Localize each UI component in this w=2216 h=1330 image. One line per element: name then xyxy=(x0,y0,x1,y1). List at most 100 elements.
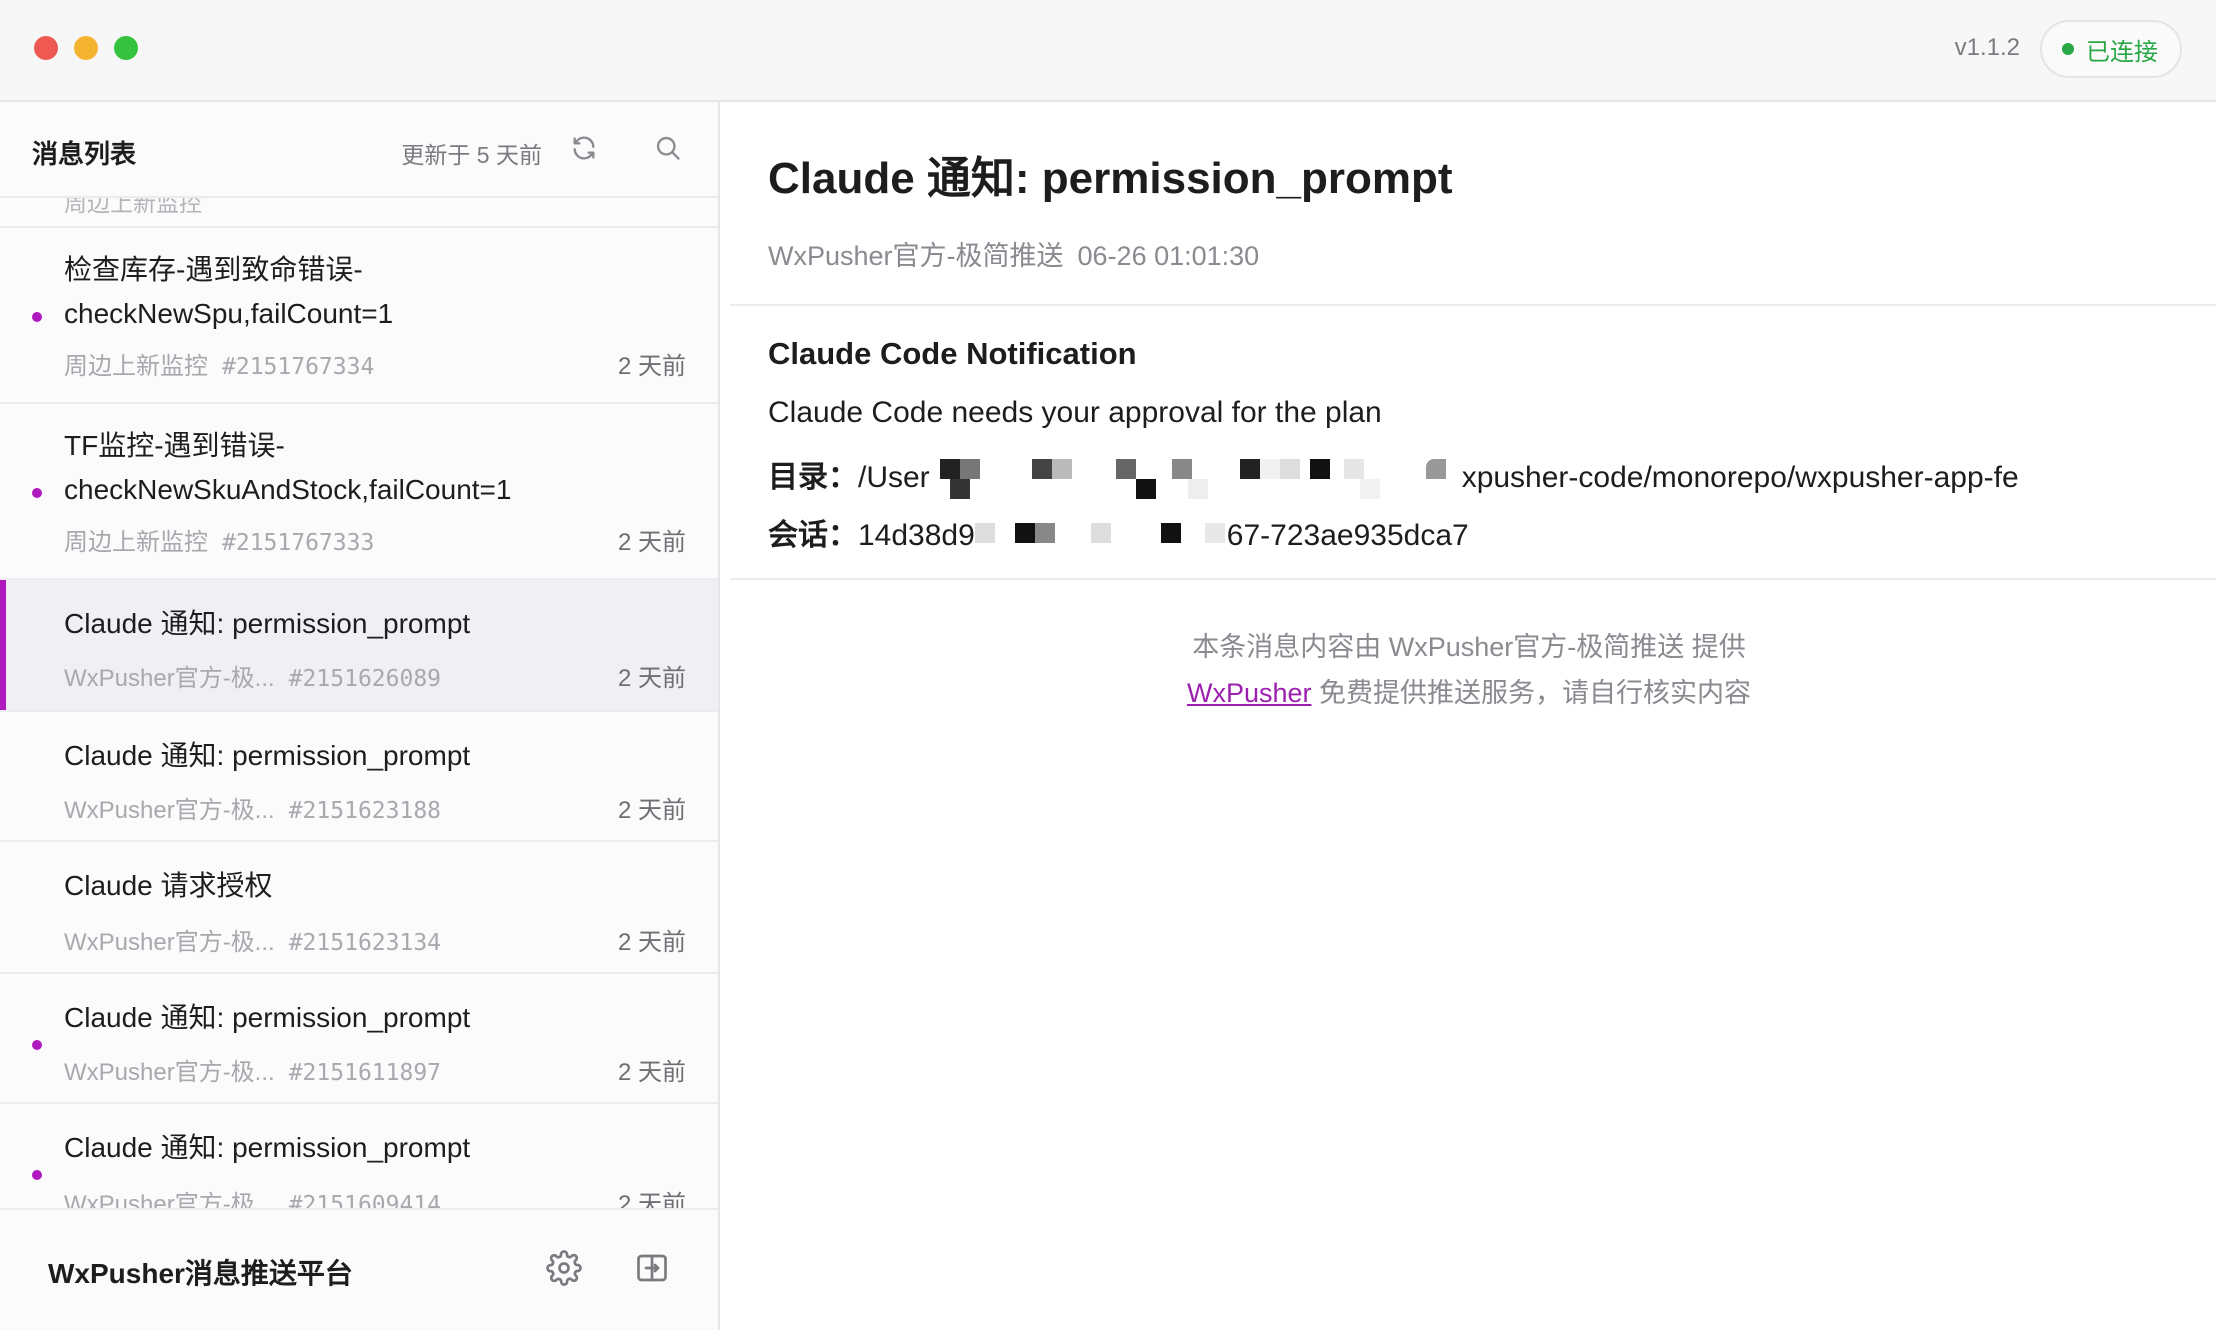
list-item-time: 2 天前 xyxy=(617,529,686,556)
provider-note-line2: WxPusher 免费提供推送服务，请自行核实内容 xyxy=(722,670,2216,716)
detail-date: 06-26 01:01:30 xyxy=(1077,241,1260,271)
list-item-meta: WxPusher官方-极... #2151623134 xyxy=(64,922,441,957)
list-item-id: #2151611897 xyxy=(288,1060,442,1086)
list-item[interactable]: Claude 请求授权 WxPusher官方-极... #2151623134 2… xyxy=(0,842,718,974)
directory-prefix: /User xyxy=(858,461,930,494)
session-line: 会话：14d38d9 67-723ae935dca7 xyxy=(768,510,1469,557)
provider-note-line1: 本条消息内容由 WxPusher官方-极简推送 提供 xyxy=(1192,632,1746,662)
list-item-time: 2 天前 xyxy=(617,665,686,692)
refresh-button[interactable] xyxy=(564,128,604,168)
session-suffix: 67-723ae935dca7 xyxy=(1226,519,1469,552)
connection-status-label: 已连接 xyxy=(2086,38,2158,66)
export-button[interactable] xyxy=(634,1250,674,1290)
list-item-source: 周边上新监控 xyxy=(64,353,208,380)
list-item-title-line2: checkNewSpu,failCount=1 xyxy=(64,298,394,329)
list-item-time: 2 天前 xyxy=(617,1191,686,1208)
brand-name: WxPusher消息推送平台 xyxy=(48,1258,353,1289)
list-item-meta: 周边上新监控 #2151767333 xyxy=(64,522,374,557)
list-item-time: 2 天前 xyxy=(617,353,686,380)
list-item[interactable]: Claude 通知: permission_prompt WxPusher官方-… xyxy=(0,712,718,842)
unread-dot xyxy=(32,312,42,322)
list-item-time: 2 天前 xyxy=(617,797,686,824)
list-item-source: WxPusher官方-极... xyxy=(64,1059,275,1086)
partial-item-text: 周边上新监控 xyxy=(64,198,202,216)
sidebar-header: 消息列表 更新于 5 天前 xyxy=(0,102,718,198)
provider-note: 本条消息内容由 WxPusher官方-极简推送 提供 WxPusher 免费提供… xyxy=(722,624,2216,716)
refresh-icon xyxy=(573,136,595,160)
redacted-block xyxy=(971,517,1231,557)
content-body: Claude Code needs your approval for the … xyxy=(768,396,1382,429)
session-prefix: 14d38d9 xyxy=(858,519,975,552)
list-item-title-line1: 检查库存-遇到致命错误- xyxy=(64,254,363,285)
list-item-id: #2151626089 xyxy=(288,666,442,692)
list-item-source: 周边上新监控 xyxy=(64,529,208,556)
list-item-id: #2151609414 xyxy=(288,1192,442,1208)
detail-source: WxPusher官方-极简推送 xyxy=(768,241,1064,271)
list-item-time: 2 天前 xyxy=(617,1059,686,1086)
list-item-source: WxPusher官方-极... xyxy=(64,797,275,824)
export-icon xyxy=(637,1254,667,1282)
list-item-title: Claude 通知: permission_prompt xyxy=(64,1132,471,1163)
list-item-id: #2151767334 xyxy=(222,354,375,380)
list-item[interactable]: TF监控-遇到错误- checkNewSkuAndStock,failCount… xyxy=(0,404,718,580)
list-item-meta: 周边上新监控 #2151767334 xyxy=(64,346,374,381)
list-item-selected[interactable]: Claude 通知: permission_prompt WxPusher官方-… xyxy=(0,580,718,712)
list-item[interactable]: Claude 通知: permission_prompt WxPusher官方-… xyxy=(0,974,718,1104)
redacted-block xyxy=(926,459,1466,500)
detail-meta: WxPusher官方-极简推送 06-26 01:01:30 xyxy=(768,234,1259,273)
selection-indicator xyxy=(0,580,6,710)
unread-dot xyxy=(32,488,42,498)
detail-title: Claude 通知: permission_prompt xyxy=(768,154,1453,203)
session-label: 会话： xyxy=(768,519,858,552)
list-item-id: #2151623134 xyxy=(288,930,442,956)
close-window-button[interactable] xyxy=(34,36,58,60)
divider xyxy=(730,304,2216,306)
minimize-window-button[interactable] xyxy=(74,36,98,60)
directory-label: 目录： xyxy=(768,461,858,494)
list-item-title: TF监控-遇到错误- checkNewSkuAndStock,failCount… xyxy=(64,424,688,512)
message-sidebar: 消息列表 更新于 5 天前 周边上新监控 检查库存-遇到致命错误- checkN… xyxy=(0,102,720,1330)
sidebar-footer: WxPusher消息推送平台 xyxy=(0,1208,718,1330)
directory-suffix: xpusher-code/monorepo/wxpusher-app-fe xyxy=(1461,461,2019,494)
search-icon xyxy=(656,136,680,160)
list-item-source: WxPusher官方-极... xyxy=(64,929,275,956)
list-item-time: 2 天前 xyxy=(617,929,686,956)
list-item-id: #2151623188 xyxy=(288,798,442,824)
list-item-title: Claude 通知: permission_prompt xyxy=(64,740,471,771)
list-item[interactable]: Claude 通知: permission_prompt WxPusher官方-… xyxy=(0,1104,718,1208)
list-item-title: Claude 请求授权 xyxy=(64,870,273,901)
gear-icon xyxy=(546,1250,582,1286)
list-item-meta: WxPusher官方-极... #2151623188 xyxy=(64,790,441,825)
app-version: v1.1.2 xyxy=(1954,34,2020,61)
divider xyxy=(730,578,2216,580)
list-item-meta: WxPusher官方-极... #2151626089 xyxy=(64,658,441,693)
list-item-title-line1: TF监控-遇到错误- xyxy=(64,430,285,461)
last-updated-text: 更新于 5 天前 xyxy=(401,142,542,168)
list-item-title: 检查库存-遇到致命错误- checkNewSpu,failCount=1 xyxy=(64,248,688,336)
status-dot-icon xyxy=(2062,43,2074,55)
title-bar: v1.1.2 已连接 xyxy=(0,0,2216,102)
connection-status-badge: 已连接 xyxy=(2040,20,2182,78)
sidebar-title: 消息列表 xyxy=(32,139,137,169)
app-window: v1.1.2 已连接 消息列表 更新于 5 天前 周边上新监控 检查库存-遇到致… xyxy=(0,0,2216,1330)
search-button[interactable] xyxy=(648,128,688,168)
message-detail: Claude 通知: permission_prompt WxPusher官方-… xyxy=(722,102,2216,1330)
list-item-title: Claude 通知: permission_prompt xyxy=(64,608,471,639)
list-item-source: WxPusher官方-极... xyxy=(64,665,275,692)
list-item-source: WxPusher官方-极... xyxy=(64,1191,275,1208)
list-item-meta: WxPusher官方-极... #2151609414 xyxy=(64,1184,441,1208)
list-item-meta: WxPusher官方-极... #2151611897 xyxy=(64,1052,441,1087)
list-item-title-line2: checkNewSkuAndStock,failCount=1 xyxy=(64,474,512,505)
message-list[interactable]: 周边上新监控 检查库存-遇到致命错误- checkNewSpu,failCoun… xyxy=(0,198,718,1208)
zoom-window-button[interactable] xyxy=(114,36,138,60)
list-item-id: #2151767333 xyxy=(222,530,375,556)
unread-dot xyxy=(32,1040,42,1050)
list-item-title: Claude 通知: permission_prompt xyxy=(64,1002,471,1033)
content-heading: Claude Code Notification xyxy=(768,336,1137,371)
list-item-partial[interactable]: 周边上新监控 xyxy=(0,198,718,228)
list-item[interactable]: 检查库存-遇到致命错误- checkNewSpu,failCount=1 周边上… xyxy=(0,228,718,404)
settings-button[interactable] xyxy=(546,1250,586,1290)
unread-dot xyxy=(32,1170,42,1180)
directory-line: 目录：/User xpusher-code/monorepo/wxpusher-… xyxy=(768,452,2019,500)
wxpusher-link[interactable]: WxPusher xyxy=(1187,678,1312,708)
